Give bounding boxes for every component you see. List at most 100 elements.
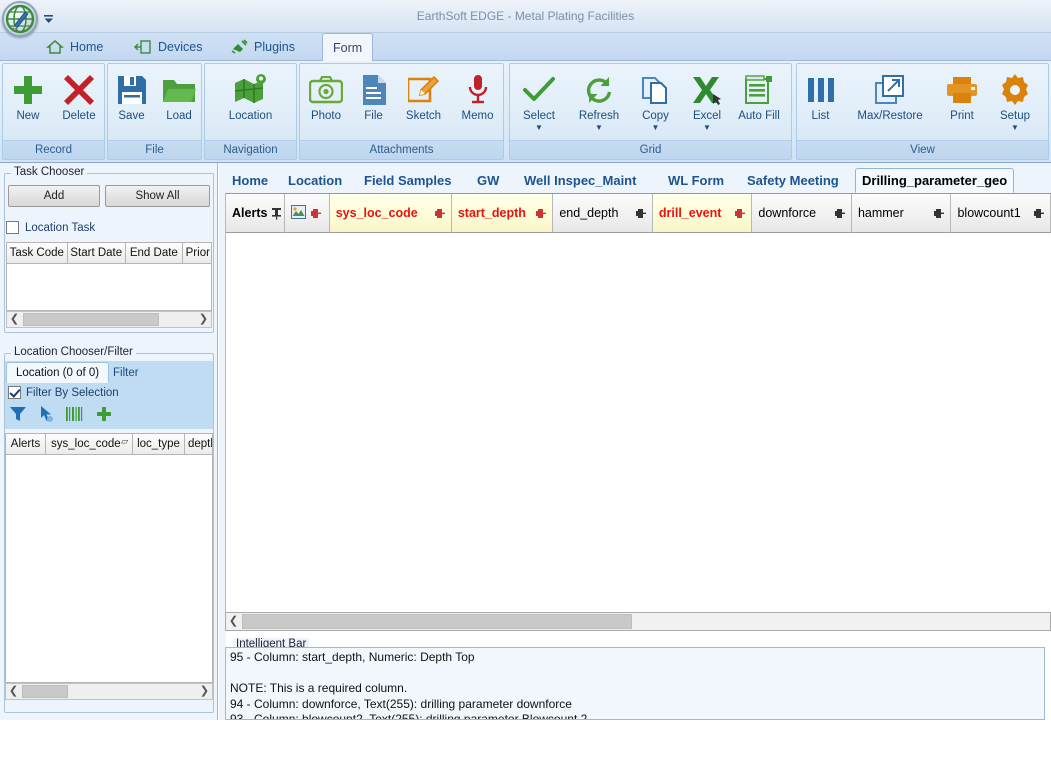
- location-subtab-filter[interactable]: Filter: [103, 362, 149, 383]
- grid-col-image[interactable]: [285, 194, 330, 233]
- pin-icon[interactable]: [834, 207, 845, 220]
- location-task-checkbox[interactable]: [6, 221, 19, 234]
- task-grid-hscrollbar[interactable]: ❮ ❯: [6, 311, 212, 328]
- grid-col-alerts[interactable]: Alerts: [226, 194, 286, 233]
- location-grid-hscrollbar[interactable]: ❮ ❯: [5, 683, 213, 700]
- grid-col-sys-loc-code[interactable]: sys_loc_code: [329, 194, 452, 233]
- refresh-dropdown-caret-icon[interactable]: ▼: [595, 123, 603, 133]
- filter-by-selection-checkbox[interactable]: [8, 386, 21, 399]
- form-tab-drilling-parameter-geo[interactable]: Drilling_parameter_geo: [855, 168, 1015, 193]
- ribbon-tab-form[interactable]: Form: [322, 33, 374, 62]
- task-grid-scroll-right-icon[interactable]: ❯: [196, 312, 211, 327]
- pin-icon[interactable]: [535, 207, 547, 220]
- form-tab-safety-meeting[interactable]: Safety Meeting: [741, 168, 845, 193]
- auto-fill-button[interactable]: Auto Fill: [733, 64, 785, 142]
- file-button[interactable]: File: [352, 64, 395, 142]
- memo-button[interactable]: Memo: [452, 64, 503, 142]
- grid-col-blowcount1[interactable]: blowcount1: [951, 194, 1051, 233]
- task-grid-scroll-left-icon[interactable]: ❮: [7, 312, 22, 327]
- gear-icon: [999, 70, 1031, 110]
- data-grid-scroll-left-icon[interactable]: ❮: [226, 614, 241, 629]
- location-filter-toolbar: Filter By Selection: [5, 383, 213, 429]
- pin-icon[interactable]: [271, 207, 282, 220]
- add-plus-icon[interactable]: [95, 405, 113, 426]
- data-grid-scroll-thumb[interactable]: [242, 614, 632, 629]
- form-tab-well-inspec-maint[interactable]: Well Inspec_Maint: [518, 168, 642, 193]
- copy-icon: [641, 70, 670, 110]
- location-grid-scroll-thumb[interactable]: [22, 685, 68, 698]
- task-grid-col-task-code[interactable]: Task Code: [6, 242, 68, 264]
- ribbon-tab-devices[interactable]: Devices: [124, 33, 212, 61]
- barcode-icon[interactable]: [65, 405, 85, 426]
- ribbon-tab-plugins[interactable]: Plugins: [220, 33, 305, 61]
- form-tab-gw[interactable]: GW: [471, 168, 505, 193]
- form-tab-location[interactable]: Location: [282, 168, 348, 193]
- save-button[interactable]: Save: [108, 64, 155, 142]
- load-button[interactable]: Load: [155, 64, 203, 142]
- pin-icon[interactable]: [1033, 207, 1044, 220]
- ribbon-group-navigation: Location Navigation: [204, 63, 297, 160]
- grid-col-drill-event[interactable]: drill_event: [652, 194, 753, 233]
- location-task-checkbox-row[interactable]: Location Task: [6, 221, 95, 234]
- funnel-filter-icon[interactable]: [9, 405, 27, 426]
- list-button-label: List: [811, 110, 830, 122]
- location-subtab-location[interactable]: Location (0 of 0): [6, 362, 110, 383]
- refresh-button[interactable]: Refresh ▼: [568, 64, 630, 142]
- form-tab-field-samples[interactable]: Field Samples: [358, 168, 457, 193]
- copy-button[interactable]: Copy ▼: [630, 64, 681, 142]
- task-grid-col-end-date[interactable]: End Date: [126, 242, 183, 264]
- add-task-button[interactable]: Add: [8, 185, 100, 207]
- pin-icon[interactable]: [635, 207, 646, 220]
- copy-dropdown-caret-icon[interactable]: ▼: [652, 123, 660, 133]
- form-tab-home[interactable]: Home: [226, 168, 274, 193]
- photo-button[interactable]: Photo: [300, 64, 352, 142]
- task-grid-body[interactable]: [6, 264, 212, 311]
- location-grid-col-sys-loc-code[interactable]: sys_loc_code ▱: [46, 433, 133, 455]
- select-button[interactable]: Select ▼: [510, 64, 568, 142]
- sort-ascending-icon: ▱: [121, 436, 128, 446]
- new-button[interactable]: New: [3, 64, 53, 142]
- setup-dropdown-caret-icon[interactable]: ▼: [1011, 123, 1019, 133]
- list-button[interactable]: List: [797, 64, 844, 142]
- location-button[interactable]: Location: [205, 64, 296, 142]
- pin-icon[interactable]: [734, 207, 746, 220]
- form-tab-drilling-parameter-geo-label: Drilling_parameter_geo: [862, 173, 1008, 188]
- select-dropdown-caret-icon[interactable]: ▼: [535, 123, 543, 133]
- delete-button[interactable]: Delete: [53, 64, 105, 142]
- grid-col-end-depth[interactable]: end_depth: [553, 194, 653, 233]
- form-tab-safety-meeting-label: Safety Meeting: [747, 173, 839, 188]
- data-grid: Alerts sys_loc_code start_depth end_dept…: [225, 193, 1051, 774]
- ribbon-tab-home[interactable]: Home: [36, 33, 113, 61]
- setup-button[interactable]: Setup ▼: [988, 64, 1042, 142]
- grid-col-end-depth-label: end_depth: [559, 206, 619, 220]
- pin-icon[interactable]: [933, 207, 945, 220]
- grid-col-hammer[interactable]: hammer: [851, 194, 952, 233]
- sketch-button[interactable]: Sketch: [395, 64, 452, 142]
- pin-icon[interactable]: [434, 207, 445, 220]
- app-logo-icon[interactable]: [2, 1, 38, 37]
- grid-col-downforce[interactable]: downforce: [752, 194, 852, 233]
- task-grid-col-priority[interactable]: Prior: [182, 242, 212, 264]
- show-all-tasks-button[interactable]: Show All: [105, 185, 210, 207]
- pin-icon[interactable]: [310, 207, 322, 220]
- filter-by-selection-row[interactable]: Filter By Selection: [8, 386, 119, 399]
- location-grid-scroll-left-icon[interactable]: ❮: [6, 684, 21, 699]
- pointer-select-icon[interactable]: [37, 405, 55, 426]
- form-tab-wl-form[interactable]: WL Form: [662, 168, 730, 193]
- max-restore-button[interactable]: Max/Restore: [844, 64, 936, 142]
- intelligent-bar-content[interactable]: 95 - Column: start_depth, Numeric: Depth…: [225, 647, 1045, 720]
- data-grid-hscrollbar[interactable]: ❮: [225, 612, 1051, 631]
- task-grid-col-start-date[interactable]: Start Date: [67, 242, 127, 264]
- form-tab-wl-form-label: WL Form: [668, 173, 725, 188]
- grid-col-start-depth[interactable]: start_depth: [451, 194, 554, 233]
- excel-dropdown-caret-icon[interactable]: ▼: [703, 123, 711, 133]
- location-grid-scroll-right-icon[interactable]: ❯: [197, 684, 212, 699]
- delete-button-label: Delete: [62, 110, 96, 122]
- location-grid-col-loc-type[interactable]: loc_type: [133, 433, 185, 455]
- task-grid-scroll-thumb[interactable]: [23, 313, 159, 326]
- location-grid-col-alerts[interactable]: Alerts: [5, 433, 46, 455]
- location-grid-col-depth[interactable]: depth: [185, 433, 213, 455]
- excel-button[interactable]: Excel ▼: [681, 64, 733, 142]
- print-button[interactable]: Print: [936, 64, 988, 142]
- location-grid-body[interactable]: [5, 455, 213, 683]
